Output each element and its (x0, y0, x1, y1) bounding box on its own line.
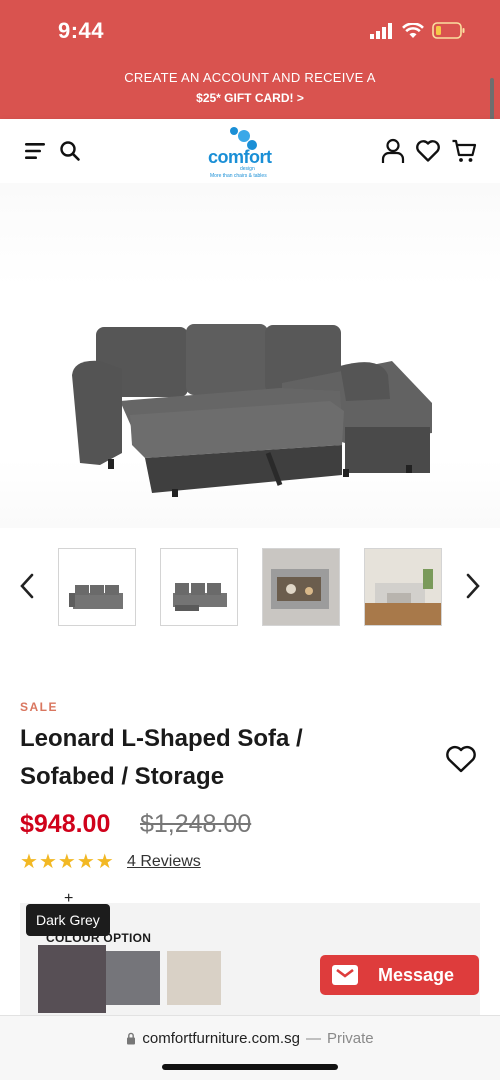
logo-tagline: More than chairs & tables (210, 173, 267, 179)
promo-banner[interactable]: CREATE AN ACCOUNT AND RECEIVE A $25* GIF… (0, 62, 500, 119)
cart-button[interactable] (450, 137, 478, 165)
battery-icon (432, 22, 465, 39)
url-text: comfortfurniture.com.sg (142, 1030, 300, 1047)
thumbnail-4[interactable] (364, 548, 442, 626)
sale-price: $948.00 (20, 810, 111, 838)
signal-icon (370, 22, 392, 39)
site-header: comfort design More than chairs & tables (0, 119, 500, 183)
url-display[interactable]: comfortfurniture.com.sg — Private (0, 1030, 500, 1047)
star-icon: ★ (20, 851, 38, 873)
product-title: Leonard L-Shaped Sofa / Sofabed / Storag… (20, 720, 420, 796)
promo-line1: CREATE AN ACCOUNT AND RECEIVE A (124, 70, 376, 85)
site-logo[interactable]: comfort design More than chairs & tables (200, 125, 290, 179)
search-button[interactable] (56, 137, 84, 165)
swatch-dark-grey[interactable] (38, 945, 106, 1013)
thumbnail-2[interactable] (160, 548, 238, 626)
reviews-link[interactable]: 4 Reviews (127, 853, 201, 871)
star-icon: ★ (38, 851, 57, 873)
home-indicator (162, 1064, 338, 1070)
sofa-image (72, 324, 432, 497)
mail-icon (332, 965, 358, 985)
heart-icon (446, 745, 476, 773)
star-icon: ★ (95, 851, 114, 873)
private-label: Private (326, 1030, 374, 1047)
product-title-line1: Leonard L-Shaped Sofa / (20, 725, 303, 752)
star-icon: ★ (57, 851, 76, 873)
chevron-left-icon (20, 573, 34, 599)
chevron-right-icon (466, 573, 480, 599)
status-bar: 9:44 (0, 0, 500, 62)
logo-subtext: design (240, 166, 255, 172)
add-to-wishlist-button[interactable] (444, 742, 478, 776)
carousel-prev-button[interactable] (12, 566, 42, 606)
room-thumbnail-image (365, 549, 441, 625)
lock-icon (127, 1032, 136, 1045)
carousel-next-button[interactable] (458, 566, 488, 606)
account-button[interactable] (379, 137, 407, 165)
menu-icon (25, 143, 45, 159)
product-main-image[interactable] (0, 183, 500, 528)
rating-stars[interactable]: ★ ★ ★ ★ ★ (20, 852, 114, 872)
logo-wordmark: comfort (208, 147, 272, 167)
swatch-tooltip: Dark Grey (26, 904, 110, 936)
wishlist-button[interactable] (414, 137, 442, 165)
swatch-beige[interactable] (167, 951, 221, 1005)
star-icon: ★ (76, 851, 95, 873)
original-price: $1,248.00 (140, 810, 252, 838)
search-icon (60, 141, 80, 161)
wifi-icon (402, 22, 424, 38)
product-title-line2: Sofabed / Storage (20, 763, 225, 790)
url-separator: — (305, 1030, 321, 1047)
browser-address-bar[interactable]: comfortfurniture.com.sg — Private (0, 1015, 500, 1080)
thumbnail-1[interactable] (58, 548, 136, 626)
thumbnail-3[interactable] (262, 548, 340, 626)
sofa-thumbnail-image (69, 585, 123, 609)
sofa-thumbnail-image (173, 583, 227, 611)
status-time: 9:44 (58, 18, 105, 43)
menu-button[interactable] (21, 137, 49, 165)
message-button[interactable]: Message (320, 955, 479, 995)
swatch-grey[interactable] (106, 951, 160, 1005)
thumbnail-carousel (0, 546, 500, 628)
storage-thumbnail-image (263, 549, 339, 625)
status-icons (370, 22, 466, 39)
message-button-label: Message (378, 964, 455, 985)
sale-badge: SALE (20, 700, 59, 714)
account-icon (381, 138, 405, 163)
wishlist-icon (416, 140, 440, 162)
cart-icon (452, 139, 477, 162)
promo-link[interactable]: $25* GIFT CARD! > (0, 85, 500, 105)
